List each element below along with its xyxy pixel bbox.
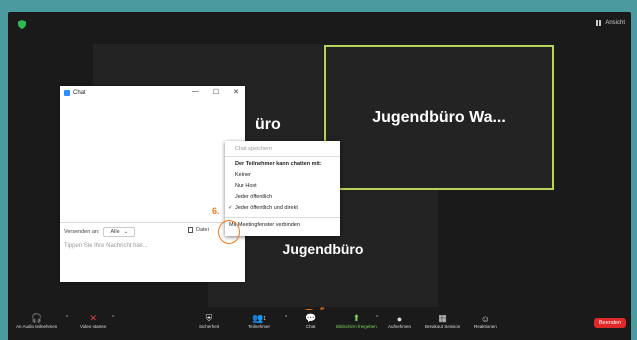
video-options-caret-icon[interactable]: ^ bbox=[112, 315, 114, 321]
chevron-down-icon: ⌄ bbox=[123, 229, 129, 235]
recipient-value: Alle bbox=[110, 229, 120, 235]
start-video-label: Video starten bbox=[80, 324, 107, 329]
tile-1-name: üro bbox=[255, 116, 281, 133]
record-icon: ● bbox=[396, 313, 403, 324]
record-button[interactable]: ● Aufnehmen bbox=[388, 313, 412, 330]
minimize-icon[interactable]: — bbox=[192, 88, 199, 96]
breakout-label: Breakout Session bbox=[425, 324, 461, 329]
annotation-circle-more bbox=[218, 220, 240, 244]
send-to-row: Versenden an: Alle ⌄ bbox=[64, 227, 136, 237]
view-label: Ansicht bbox=[605, 20, 625, 26]
send-to-label: Versenden an: bbox=[64, 229, 100, 235]
file-icon bbox=[188, 227, 193, 233]
chat-bubble-icon: 💬 bbox=[305, 313, 317, 323]
message-input[interactable]: Tippen Sie Ihre Nachricht hier... bbox=[64, 243, 148, 249]
maximize-icon[interactable]: ☐ bbox=[213, 88, 219, 96]
file-button[interactable]: Datei bbox=[188, 227, 209, 233]
headphones-icon: 🎧 bbox=[31, 313, 43, 323]
share-screen-icon: ⬆ bbox=[352, 313, 361, 323]
checkmark-icon: ✓ bbox=[228, 205, 233, 211]
chat-window: Chat — ☐ ✕ Versenden an: Alle ⌄ Datei ..… bbox=[60, 86, 245, 282]
file-label: Datei bbox=[196, 227, 209, 233]
menu-option-none[interactable]: Keiner bbox=[235, 172, 251, 178]
menu-divider bbox=[225, 217, 340, 218]
breakout-grid-icon: ▦ bbox=[438, 313, 447, 323]
menu-option-host[interactable]: Nur Host bbox=[235, 183, 257, 189]
tile-3-name: Jugendbüro bbox=[282, 240, 364, 257]
tile-2-name: Jugendbüro Wa... bbox=[372, 108, 506, 126]
chat-button[interactable]: 💬 Chat bbox=[305, 313, 316, 329]
window-controls: — ☐ ✕ bbox=[192, 88, 239, 96]
participants-count: 1 bbox=[263, 315, 266, 322]
participants-icon: 👥 1 bbox=[252, 313, 266, 323]
menu-divider bbox=[225, 156, 340, 157]
divider bbox=[60, 222, 245, 223]
reactions-button[interactable]: ☺ Reaktionen bbox=[474, 313, 497, 330]
zoom-logo-icon bbox=[64, 89, 70, 96]
reactions-label: Reaktionen bbox=[474, 324, 497, 329]
security-label: Sicherheit bbox=[199, 324, 220, 329]
end-meeting-button[interactable]: Beenden bbox=[594, 318, 627, 328]
chat-label: Chat bbox=[305, 324, 316, 329]
share-screen-button[interactable]: ⬆ Bildschirm freigeben bbox=[336, 313, 377, 329]
close-icon[interactable]: ✕ bbox=[233, 88, 239, 96]
view-button[interactable]: Ansicht bbox=[596, 20, 625, 26]
record-label: Aufnehmen bbox=[388, 324, 412, 329]
participants-button[interactable]: 👥 1 Teilnehmer bbox=[248, 313, 270, 329]
participants-label: Teilnehmer bbox=[248, 324, 271, 329]
start-video-button[interactable]: ✕ Video starten bbox=[80, 313, 106, 329]
menu-save-chat[interactable]: Chat speichern bbox=[235, 146, 272, 152]
menu-merge-window[interactable]: Mit Meetingfenster verbinden bbox=[229, 222, 300, 228]
breakout-session-button[interactable]: ▦ Breakout Session bbox=[425, 313, 460, 329]
encryption-shield-icon[interactable] bbox=[18, 20, 26, 29]
share-screen-label: Bildschirm freigeben bbox=[336, 324, 377, 329]
menu-heading: Der Teilnehmer kann chatten mit: bbox=[235, 161, 322, 167]
chat-options-menu: Chat speichern Der Teilnehmer kann chatt… bbox=[225, 141, 340, 236]
menu-option-public-direct[interactable]: Jeder öffentlich und direkt bbox=[235, 205, 298, 211]
shield-icon: ⛨ bbox=[205, 313, 213, 323]
audio-options-caret-icon[interactable]: ^ bbox=[66, 315, 68, 321]
recipient-select[interactable]: Alle ⌄ bbox=[103, 227, 136, 237]
annotation-step-6: 6. bbox=[212, 206, 220, 216]
participants-caret-icon[interactable]: ^ bbox=[285, 315, 287, 321]
meeting-toolbar: 🎧 An Audio teilnehmen ^ ✕ Video starten … bbox=[8, 310, 631, 340]
video-tile-active-speaker: Jugendbüro Wa... bbox=[324, 45, 554, 190]
video-off-icon: ✕ bbox=[89, 313, 97, 323]
grid-icon bbox=[596, 20, 603, 26]
share-options-caret-icon[interactable]: ^ bbox=[376, 315, 378, 321]
join-audio-label: An Audio teilnehmen bbox=[16, 324, 58, 329]
chat-title: Chat bbox=[73, 89, 86, 96]
smiley-icon: ☺ bbox=[480, 313, 490, 324]
join-audio-button[interactable]: 🎧 An Audio teilnehmen bbox=[16, 313, 57, 329]
menu-option-public[interactable]: Jeder öffentlich bbox=[235, 194, 272, 200]
security-button[interactable]: ⛨ Sicherheit bbox=[199, 313, 219, 329]
